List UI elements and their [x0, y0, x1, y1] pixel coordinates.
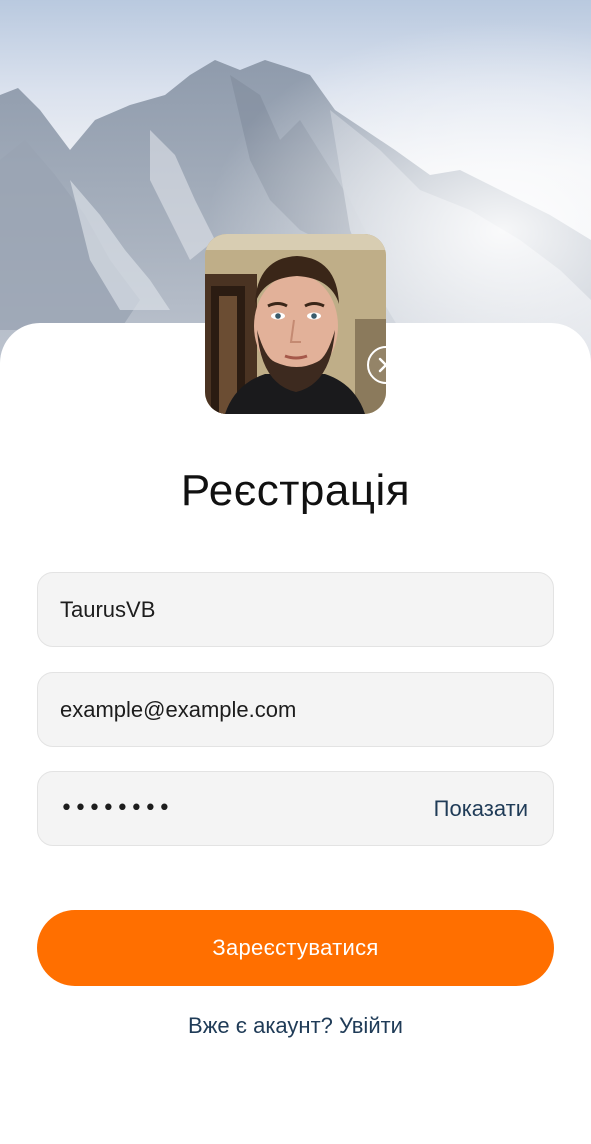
login-link[interactable]: Вже є акаунт? Увійти [0, 1013, 591, 1039]
page-title: Реєстрація [180, 466, 411, 515]
username-field[interactable] [37, 572, 554, 647]
register-button[interactable]: Зареєстуватися [37, 910, 554, 986]
email-field[interactable] [37, 672, 554, 747]
password-field[interactable]: •••••••• Показати [37, 771, 554, 846]
password-input[interactable]: •••••••• [38, 796, 434, 821]
close-circle-icon [378, 357, 394, 373]
show-password-button[interactable]: Показати [434, 796, 553, 822]
username-input[interactable] [38, 573, 553, 646]
profile-photo-image [205, 234, 386, 414]
email-input[interactable] [38, 673, 553, 746]
profile-photo[interactable] [205, 234, 386, 414]
remove-photo-button[interactable] [367, 346, 405, 384]
